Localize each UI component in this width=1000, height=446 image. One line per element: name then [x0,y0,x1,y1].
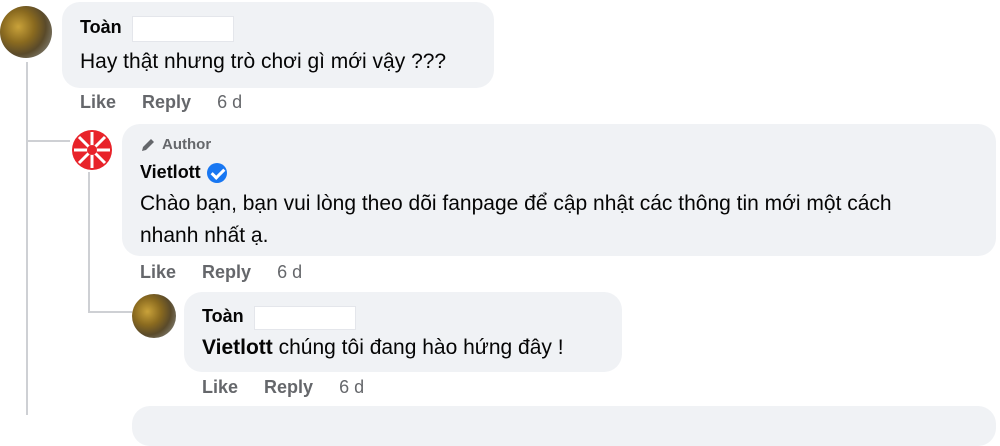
reply-text-line2: nhanh nhất ạ. [140,224,269,247]
author-badge: Author [140,136,211,153]
thread-line-nested [88,172,90,312]
avatar-user-toan[interactable] [132,294,176,338]
reply-author-name[interactable]: Vietlott [140,162,201,183]
reply-button[interactable]: Reply [202,262,251,282]
comment-bubble-2: Author Vietlott Chào bạn, bạn vui lòng t… [122,124,996,256]
comment-bubble-3: Toàn Vietlott chúng tôi đang hào hứng đâ… [184,292,622,372]
comment-actions-2: Like Reply 6 d [140,262,328,283]
redacted-name [132,16,235,42]
like-button[interactable]: Like [202,377,238,397]
avatar-vietlott[interactable] [70,128,114,172]
reply-text-body: chúng tôi đang hào hứng đây ! [272,336,564,359]
verified-badge-icon [206,162,227,183]
vietlott-logo-icon [72,130,112,170]
redacted-name [254,306,357,330]
comment-text: Hay thật nhưng trò chơi gì mới vậy ??? [80,50,447,73]
comment-author-name[interactable]: Toàn [80,17,122,37]
timestamp[interactable]: 6 d [339,377,364,397]
avatar-user-toan[interactable] [0,6,52,58]
thread-connector-2 [88,311,132,313]
comment-bubble-1: Toàn Hay thật nhưng trò chơi gì mới vậy … [62,2,494,88]
thread-connector-1 [26,140,70,142]
reply-button[interactable]: Reply [142,92,191,112]
like-button[interactable]: Like [80,92,116,112]
timestamp[interactable]: 6 d [217,92,242,112]
comment-actions-1: Like Reply 6 d [80,92,268,113]
timestamp[interactable]: 6 d [277,262,302,282]
comment-actions-3: Like Reply 6 d [202,377,390,398]
thread-line-main [26,62,28,415]
next-comment-bubble [132,406,996,446]
like-button[interactable]: Like [140,262,176,282]
reply-author-name[interactable]: Toàn [202,306,244,326]
pen-icon [142,138,154,151]
reply-text: Vietlott chúng tôi đang hào hứng đây ! [202,332,564,364]
author-badge-label: Author [162,136,212,153]
mention-link[interactable]: Vietlott [202,336,273,359]
reply-text-line1: Chào bạn, bạn vui lòng theo dõi fanpage … [140,192,892,215]
reply-button[interactable]: Reply [264,377,313,397]
